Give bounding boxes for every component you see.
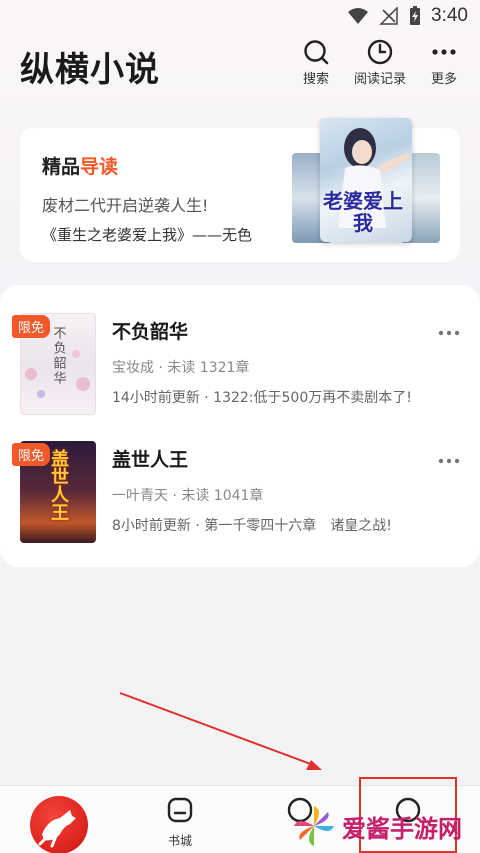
more-dots-icon (438, 330, 460, 336)
wifi-icon (348, 8, 369, 24)
featured-cover-main: 老婆爱上我 (320, 118, 412, 242)
limited-free-badge: 限免 (12, 315, 51, 338)
nav-bookstore[interactable]: 书城 (150, 796, 210, 849)
no-signal-icon (379, 7, 398, 25)
featured-book-author: 《重生之老婆爱上我》——无色 (42, 226, 253, 244)
book-more-button[interactable] (438, 449, 460, 470)
pinwheel-logo-icon (294, 806, 334, 846)
status-icons: 3:40 (347, 5, 468, 27)
more-dots-icon (432, 49, 456, 55)
book-meta: 宝妆成 · 未读 1321章 (112, 360, 250, 376)
nav-bookstore-label: 书城 (167, 834, 192, 848)
book-title: 盖世人王 (112, 449, 189, 471)
book-title: 不负韶华 (112, 321, 189, 343)
status-bar: 3:40 (0, 0, 480, 34)
clock-icon (367, 39, 393, 65)
featured-guide-card[interactable]: 精品导读 废材二代开启逆袭人生! 《重生之老婆爱上我》——无色 老婆爱上我 (20, 118, 460, 262)
horse-logo-icon (38, 810, 76, 848)
search-button[interactable]: 搜索 (284, 38, 348, 87)
watermark: 爱酱手游网 (292, 800, 462, 852)
more-button[interactable]: 更多 (412, 38, 476, 87)
featured-tagline: 废材二代开启逆袭人生! (42, 196, 209, 215)
search-label: 搜索 (302, 72, 329, 87)
status-time: 3:40 (431, 5, 468, 26)
battery-charging-icon (410, 6, 421, 25)
bookshelf-list: 不负韶华 限免 不负韶华 宝妆成 · 未读 1321章 14小时前更新 · 13… (0, 285, 480, 567)
book-item[interactable]: 盖世人王 限免 盖世人王 一叶青天 · 未读 1041章 8小时前更新 · 第一… (12, 441, 460, 545)
search-icon (304, 40, 329, 65)
more-dots-icon (438, 458, 460, 464)
featured-title: 精品导读 (42, 152, 118, 179)
more-label: 更多 (430, 72, 457, 87)
watermark-text: 爱酱手游网 (342, 814, 462, 843)
reading-history-button[interactable]: 阅读记录 (348, 38, 412, 87)
featured-title-highlight: 导读 (80, 156, 119, 178)
bookstore-icon (167, 797, 193, 823)
app-logo-tab[interactable] (30, 796, 88, 853)
book-item[interactable]: 不负韶华 限免 不负韶华 宝妆成 · 未读 1321章 14小时前更新 · 13… (12, 313, 460, 417)
header: 纵横小说 搜索 阅读记录 更多 (0, 34, 480, 104)
book-more-button[interactable] (438, 321, 460, 342)
book-update: 14小时前更新 · 1322:低于500万再不卖剧本了! (112, 390, 412, 406)
history-label: 阅读记录 (353, 72, 406, 87)
featured-cover-text: 老婆爱上我 (323, 189, 403, 235)
book-meta: 一叶青天 · 未读 1041章 (112, 488, 264, 504)
featured-title-plain: 精品 (42, 156, 81, 178)
book-update: 8小时前更新 · 第一千零四十六章 诸皇之战! (112, 518, 392, 534)
limited-free-badge: 限免 (12, 443, 51, 466)
app-title: 纵横小说 (20, 50, 160, 90)
